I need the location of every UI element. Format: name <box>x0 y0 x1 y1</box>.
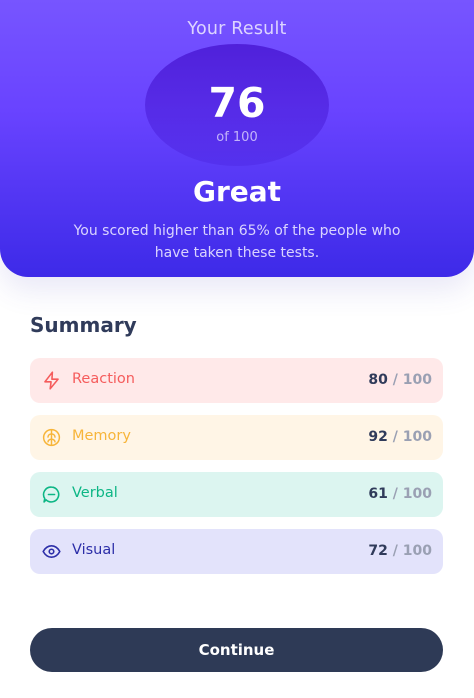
score-of-label: of 100 <box>216 130 258 145</box>
score-max: 100 <box>402 486 432 502</box>
score-value: 61 <box>368 486 388 502</box>
summary-title: Summary <box>30 313 137 337</box>
summary-item-verbal: Verbal 61 / 100 <box>30 472 443 517</box>
score-max: 100 <box>402 429 432 445</box>
score-separator: / <box>392 543 398 559</box>
result-grade: Great <box>192 175 282 208</box>
score-value: 92 <box>368 429 388 445</box>
score-max: 100 <box>402 543 432 559</box>
lightning-icon <box>41 370 62 391</box>
summary-item-reaction: Reaction 80 / 100 <box>30 358 443 403</box>
continue-button[interactable]: Continue <box>30 628 443 672</box>
score-value: 76 <box>208 79 266 127</box>
summary-item-score: 61 / 100 <box>368 486 432 502</box>
result-card: Your Result 76 of 100 Great You scored h… <box>0 0 474 277</box>
brain-icon <box>41 427 62 448</box>
eye-icon <box>41 541 62 562</box>
result-message: You scored higher than 65% of the people… <box>73 223 401 261</box>
score-separator: / <box>392 429 398 445</box>
score-value: 72 <box>368 543 388 559</box>
score-value: 80 <box>368 372 388 388</box>
score-separator: / <box>392 372 398 388</box>
summary-item-memory: Memory 92 / 100 <box>30 415 443 460</box>
score-max: 100 <box>402 372 432 388</box>
summary-item-label: Reaction <box>72 371 135 387</box>
summary-item-score: 80 / 100 <box>368 372 432 388</box>
summary-item-visual: Visual 72 / 100 <box>30 529 443 574</box>
score-separator: / <box>392 486 398 502</box>
summary-item-label: Verbal <box>72 485 118 501</box>
summary-item-label: Memory <box>72 428 131 444</box>
summary-item-score: 92 / 100 <box>368 429 432 445</box>
summary-item-score: 72 / 100 <box>368 543 432 559</box>
summary-item-label: Visual <box>72 542 116 558</box>
chat-bubble-icon <box>41 484 62 505</box>
result-title: Your Result <box>187 19 287 39</box>
